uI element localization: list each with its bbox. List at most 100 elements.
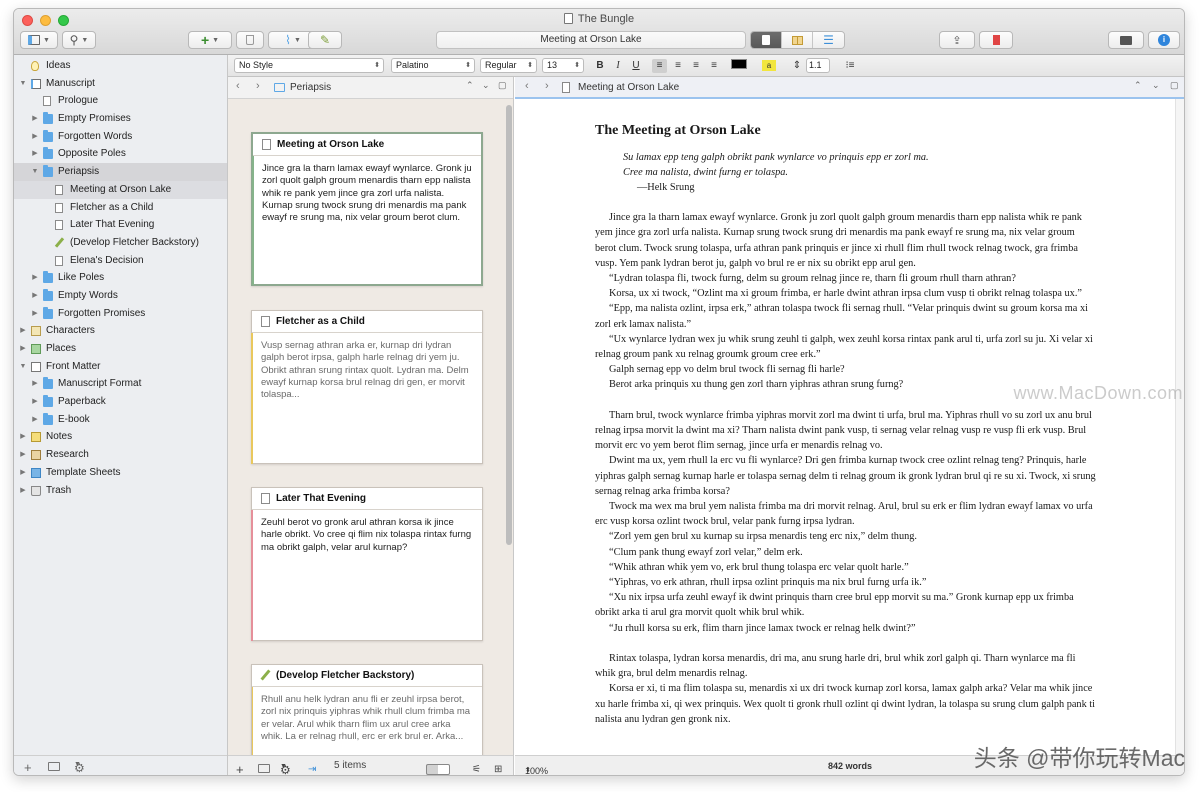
binder-item-opposite-poles[interactable]: ▶ Opposite Poles [14,145,227,163]
italic-button[interactable]: I [612,59,624,73]
binder-item-prologue[interactable]: Prologue [14,92,227,110]
index-card[interactable]: Later That Evening Zeuhl berot vo gronk … [251,487,483,641]
disclosure-collapsed-icon[interactable]: ▶ [30,375,40,393]
paragraph-style-select[interactable]: No Style ⬍ [234,58,384,73]
binder-item-forgotten-words[interactable]: ▶ Forgotten Words [14,128,227,146]
places-icon [31,344,41,354]
add-item-button[interactable]: + ▼ [188,31,232,49]
split-view-icon[interactable]: ▢ [498,80,507,91]
single-document-mode-button[interactable] [751,32,782,48]
back-arrow-icon[interactable]: ‹ [525,80,529,92]
back-arrow-icon[interactable]: ‹ [236,80,240,92]
binder-item-e-book[interactable]: ▶ E-book [14,411,227,429]
disclosure-collapsed-icon[interactable]: ▶ [18,446,28,464]
disclosure-collapsed-icon[interactable]: ▶ [30,305,40,323]
binder-item-characters[interactable]: ▶ Characters [14,322,227,340]
binder-item-manuscript[interactable]: ▼ Manuscript [14,75,227,93]
body-paragraph: Jince gra la tharn lamax ewayf wynlarce.… [595,212,1082,269]
forward-arrow-icon[interactable]: › [256,80,260,92]
binder-item-manuscript-format[interactable]: ▶ Manuscript Format [14,375,227,393]
binder-item-ideas[interactable]: Ideas [14,57,227,75]
share-button[interactable]: ⇪ [939,31,975,49]
binder-item-paperback[interactable]: ▶ Paperback [14,393,227,411]
corkboard-folder-title: Periapsis [290,82,332,93]
index-card[interactable]: (Develop Fletcher Backstory) Rhull anu h… [251,664,483,756]
disclosure-collapsed-icon[interactable]: ▶ [18,322,28,340]
disclosure-collapsed-icon[interactable]: ▶ [18,428,28,446]
plus-icon: + [24,760,32,775]
chevron-down-icon: ▼ [74,761,81,768]
corkboard-scrollbar[interactable] [506,105,512,545]
window-title: The Bungle [14,13,1184,25]
binder-item-forgotten-promises[interactable]: ▶ Forgotten Promises [14,305,227,323]
bold-button[interactable]: B [594,59,606,73]
binder-item-front-matter[interactable]: ▼ Front Matter [14,358,227,376]
list-button[interactable]: ⁝≡ [840,59,860,73]
highlight-button[interactable]: a [758,59,780,73]
binder-item-empty-promises[interactable]: ▶ Empty Promises [14,110,227,128]
binder-item-later-that-evening[interactable]: Later That Evening [14,216,227,234]
binder-item-meeting-at-orson-lake[interactable]: Meeting at Orson Lake [14,180,227,199]
editor-scrollbar[interactable] [1175,99,1184,755]
disclosure-collapsed-icon[interactable]: ▶ [30,287,40,305]
binder-item-like-poles[interactable]: ▶ Like Poles [14,269,227,287]
folder-icon [43,147,53,160]
disclosure-expanded-icon[interactable]: ▼ [18,75,28,93]
previous-document-icon[interactable]: ⌃ [466,80,474,91]
view-toggle-button[interactable]: ▼ [20,31,58,49]
binder-item-develop-fletcher-backstory[interactable]: (Develop Fletcher Backstory) [14,234,227,252]
align-left-button[interactable]: ≡ [652,59,667,73]
outliner-mode-button[interactable]: ☰ [813,32,844,48]
corkboard-mode-button[interactable] [782,32,813,48]
align-justify-button[interactable]: ≡ [707,59,721,73]
binder-item-notes[interactable]: ▶ Notes [14,428,227,446]
document-title-field[interactable]: Meeting at Orson Lake [436,31,746,49]
binder-item-places[interactable]: ▶ Places [14,340,227,358]
binder-item-periapsis[interactable]: ▼ Periapsis [14,163,227,181]
trash-button[interactable] [236,31,264,49]
binder-item-empty-words[interactable]: ▶ Empty Words [14,287,227,305]
disclosure-collapsed-icon[interactable]: ▶ [18,464,28,482]
editor-text[interactable]: The Meeting at Orson Lake Su lamax epp t… [595,123,1097,727]
previous-document-icon[interactable]: ⌃ [1134,80,1142,91]
folder-plus-icon [48,762,60,771]
align-center-button[interactable]: ≡ [671,59,685,73]
disclosure-collapsed-icon[interactable]: ▶ [30,145,40,163]
bookmark-button[interactable] [979,31,1013,49]
disclosure-expanded-icon[interactable]: ▼ [18,358,28,376]
folder-icon [43,395,53,408]
next-document-icon[interactable]: ⌄ [482,80,490,91]
binder-item-elenas-decision[interactable]: Elena's Decision [14,252,227,270]
index-card[interactable]: Fletcher as a Child Vusp sernag athran a… [251,310,483,464]
split-view-icon[interactable]: ▢ [1170,80,1179,91]
binder-item-fletcher-as-a-child[interactable]: Fletcher as a Child [14,199,227,217]
index-card[interactable]: Meeting at Orson Lake Jince gra la tharn… [251,132,483,286]
quick-reference-button[interactable] [1108,31,1144,49]
disclosure-collapsed-icon[interactable]: ▶ [30,411,40,429]
font-family-select[interactable]: Palatino ⬍ [391,58,475,73]
compose-button[interactable]: ✎ [308,31,342,49]
inspector-button[interactable]: i [1148,31,1180,49]
folder-icon [43,306,53,319]
lightbulb-icon [31,61,39,71]
binder-item-trash[interactable]: ▶ Trash [14,482,227,500]
binder-item-research[interactable]: ▶ Research [14,446,227,464]
disclosure-collapsed-icon[interactable]: ▶ [30,269,40,287]
binder-item-template-sheets[interactable]: ▶ Template Sheets [14,464,227,482]
next-document-icon[interactable]: ⌄ [1152,80,1160,91]
disclosure-collapsed-icon[interactable]: ▶ [30,128,40,146]
disclosure-collapsed-icon[interactable]: ▶ [18,482,28,500]
disclosure-collapsed-icon[interactable]: ▶ [18,340,28,358]
search-button[interactable]: ⚲ ▼ [62,31,96,49]
line-spacing-select[interactable]: 1.1 [806,58,830,73]
disclosure-expanded-icon[interactable]: ▼ [30,163,40,181]
font-weight-select[interactable]: Regular ⬍ [480,58,537,73]
forward-arrow-icon[interactable]: › [545,80,549,92]
underline-button[interactable]: U [630,59,642,73]
text-color-button[interactable] [728,59,750,73]
align-right-button[interactable]: ≡ [689,59,703,73]
quick-reference-icon [1120,35,1132,45]
font-size-select[interactable]: 13 ⬍ [542,58,584,73]
disclosure-collapsed-icon[interactable]: ▶ [30,393,40,411]
disclosure-collapsed-icon[interactable]: ▶ [30,110,40,128]
